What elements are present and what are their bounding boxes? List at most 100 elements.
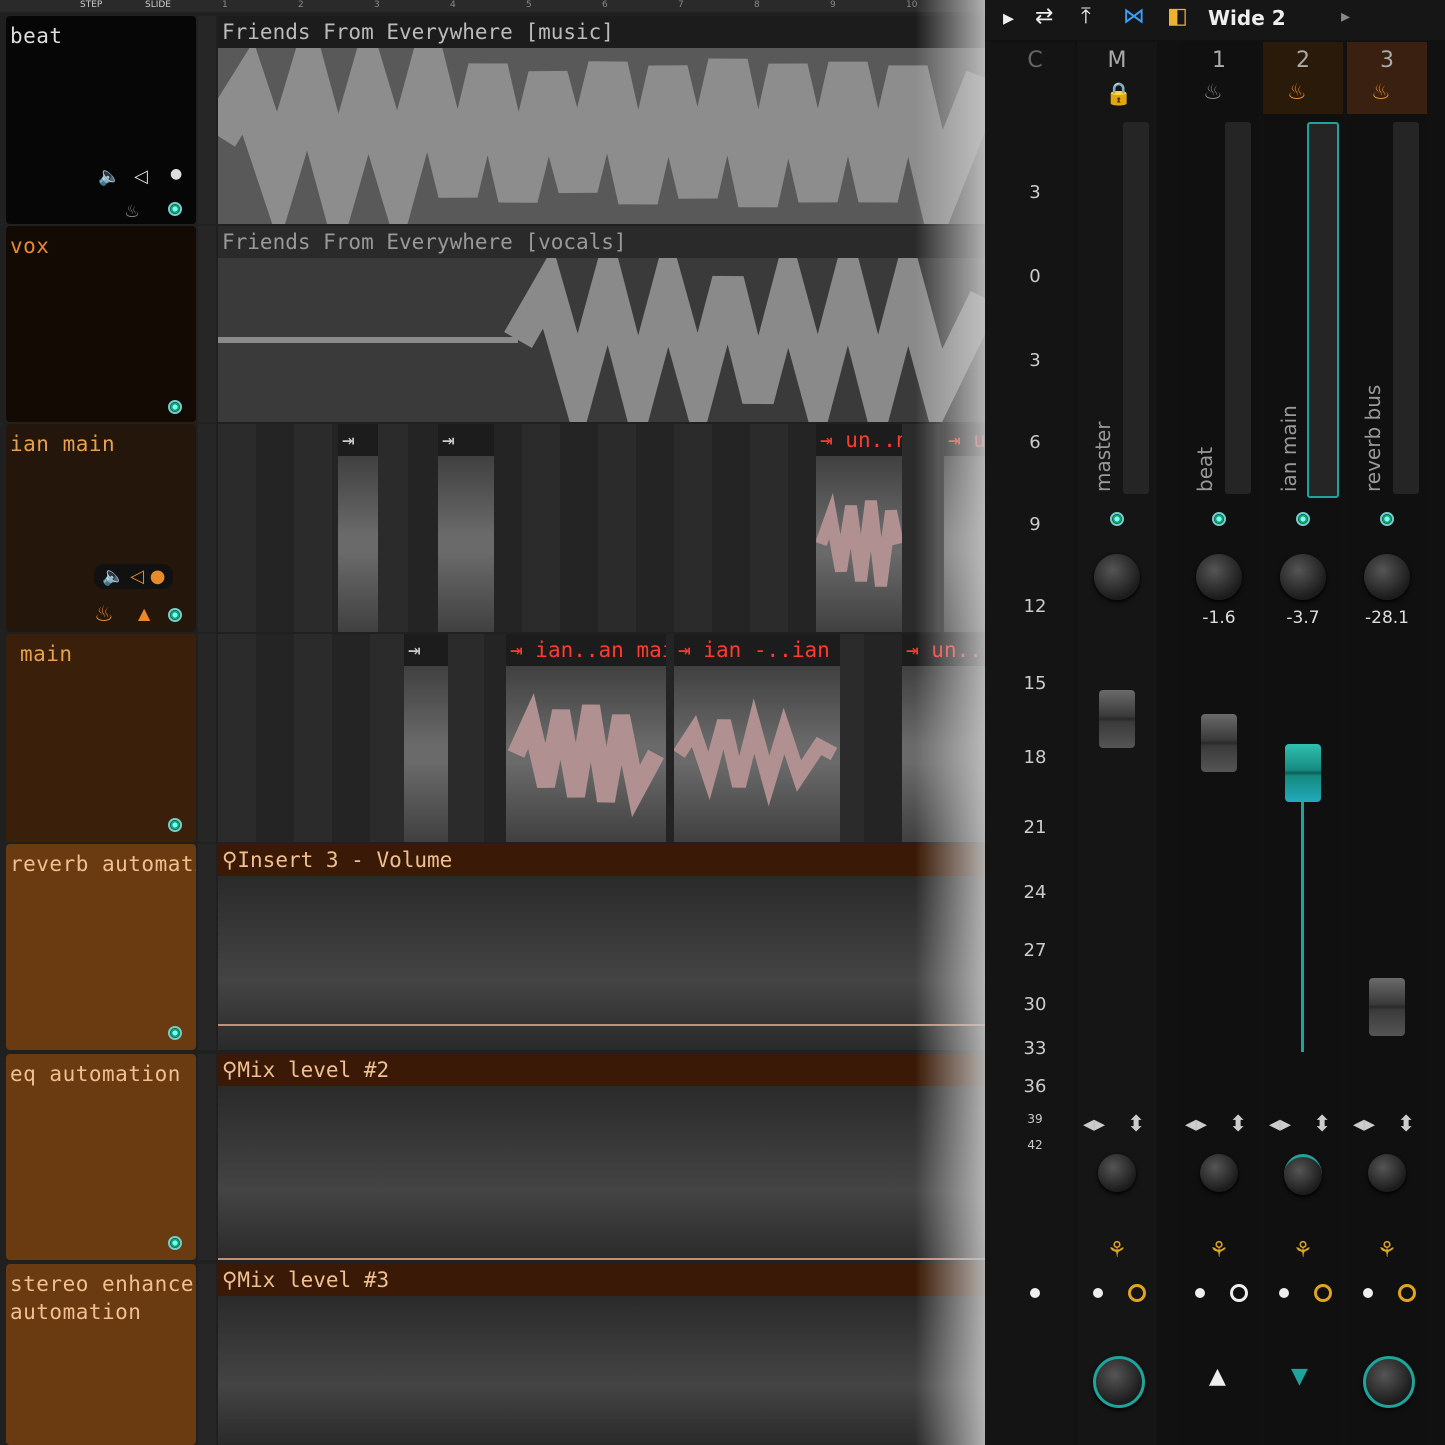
automation-line[interactable] — [218, 1258, 985, 1260]
lane-eq-automation[interactable]: ⚲Mix level #2 — [218, 1054, 985, 1260]
pan-knob[interactable] — [1364, 554, 1410, 600]
clip-mix-level-2[interactable]: ⚲Mix level #2 — [218, 1054, 985, 1260]
link-icon[interactable]: ⚘ — [1209, 1238, 1229, 1263]
track-header-stereo-enhancer-automation[interactable]: stereo enhancer automation — [6, 1264, 196, 1445]
play-arrow-icon[interactable]: ▸ — [1003, 6, 1014, 31]
volume-fader[interactable] — [1099, 690, 1135, 748]
channel-led[interactable] — [1212, 512, 1226, 526]
lane-vox[interactable]: Friends From Everywhere [vocals] — [218, 226, 985, 422]
clip-insert3-volume[interactable]: ⚲Insert 3 - Volume — [218, 844, 985, 1050]
mixer-title[interactable]: Wide 2 — [1208, 6, 1286, 30]
enable-dot[interactable] — [1195, 1288, 1205, 1298]
flame-icon[interactable]: ♨ — [124, 201, 140, 222]
up-arrow-icon[interactable]: ⤒ — [1081, 4, 1091, 29]
clip-ian-ian-main[interactable]: ⇥ ian -..ian main — [674, 634, 840, 842]
caret-up-icon[interactable]: ▲ — [1209, 1364, 1226, 1389]
flame-icon[interactable]: ♨ — [1371, 80, 1391, 105]
flame-icon[interactable]: ♨ — [1203, 80, 1223, 105]
lock-icon[interactable]: 🔒 — [1105, 82, 1132, 107]
channel-led[interactable] — [1380, 512, 1394, 526]
clock-icon[interactable] — [1398, 1284, 1416, 1302]
track-led[interactable] — [168, 818, 182, 832]
track-led[interactable] — [168, 1236, 182, 1250]
timeline-ruler[interactable]: STEP SLIDE 1 2 3 4 5 6 7 8 9 10 — [0, 0, 985, 12]
clip-short[interactable]: ⇥ — [338, 424, 378, 632]
track-name[interactable]: stereo enhancer — [10, 1272, 196, 1296]
track-name[interactable]: reverb automation — [10, 852, 196, 876]
route-knob[interactable] — [1093, 1356, 1145, 1408]
flame-icon[interactable]: ♨ — [94, 602, 114, 627]
link-icon[interactable]: ⚘ — [1293, 1238, 1313, 1263]
clip-un-n[interactable]: ⇥ un..n — [816, 424, 902, 632]
track-led[interactable] — [168, 202, 182, 216]
link-icon[interactable]: ⚘ — [1107, 1238, 1127, 1263]
clock-icon[interactable] — [1230, 1284, 1248, 1302]
channel-reverb-bus[interactable]: 3 ♨ reverb bus -28.1 ◂▸ ⬍ ⚘ — [1347, 42, 1427, 1445]
track-header-vox[interactable]: vox — [6, 226, 196, 422]
scale-dot[interactable] — [1030, 1288, 1040, 1298]
bowtie-icon[interactable]: ⋈ — [1123, 4, 1145, 29]
clip-un[interactable]: ⇥ un.. — [902, 634, 985, 842]
speaker-icon[interactable]: 🔈 ◁ ● — [94, 564, 174, 589]
enable-dot[interactable] — [1363, 1288, 1373, 1298]
clock-icon[interactable] — [1128, 1284, 1146, 1302]
channel-master[interactable]: M 🔒 master ◂▸ ⬍ ⚘ — [1077, 42, 1157, 1445]
channel-beat[interactable]: 1 ♨ beat -1.6 ◂▸ ⬍ ⚘ ▲ — [1179, 42, 1259, 1445]
track-led[interactable] — [168, 400, 182, 414]
stereo-icon[interactable]: ◂▸ — [1185, 1112, 1207, 1137]
updown-icon[interactable]: ⬍ — [1397, 1112, 1415, 1137]
route-down-icon[interactable]: ▼ — [1291, 1364, 1308, 1389]
link-icon[interactable]: ⚘ — [1377, 1238, 1397, 1263]
send-knob[interactable] — [1200, 1154, 1238, 1192]
track-name[interactable]: ian main — [10, 432, 115, 456]
track-name[interactable]: vox — [10, 234, 49, 258]
clock-icon[interactable] — [1314, 1284, 1332, 1302]
lane-reverb-automation[interactable]: ⚲Insert 3 - Volume — [218, 844, 985, 1050]
stereo-icon[interactable]: ◂▸ — [1083, 1112, 1105, 1137]
lane-beat[interactable]: Friends From Everywhere [music] — [218, 16, 985, 224]
volume-fader[interactable] — [1285, 744, 1321, 802]
track-header-main[interactable]: main — [6, 634, 196, 842]
clip-vocals[interactable]: Friends From Everywhere [vocals] — [218, 226, 985, 422]
track-name[interactable]: eq automation — [10, 1062, 181, 1086]
track-led[interactable] — [168, 608, 182, 622]
panel-icon[interactable]: ◧ — [1167, 4, 1188, 29]
lane-ian-main[interactable]: ⇥ ⇥ ⇥ un..n ⇥ u — [218, 424, 985, 632]
lane-main[interactable]: ⇥ ⇥ ian..an main ⇥ ian -..ian main ⇥ un.… — [218, 634, 985, 842]
record-dot-icon[interactable]: ● — [170, 166, 182, 182]
pan-knob[interactable] — [1196, 554, 1242, 600]
lane-stereo-enhancer-automation[interactable]: ⚲Mix level #3 — [218, 1264, 985, 1445]
updown-icon[interactable]: ⬍ — [1313, 1112, 1331, 1137]
channel-led[interactable] — [1110, 512, 1124, 526]
stereo-icon[interactable]: ◂▸ — [1269, 1112, 1291, 1137]
send-knob[interactable] — [1368, 1154, 1406, 1192]
enable-dot[interactable] — [1093, 1288, 1103, 1298]
volume-fader[interactable] — [1369, 978, 1405, 1036]
track-name-line2[interactable]: automation — [10, 1300, 141, 1324]
route-knob[interactable] — [1363, 1356, 1415, 1408]
pan-knob[interactable] — [1094, 554, 1140, 600]
clip-mix-level-3[interactable]: ⚲Mix level #3 — [218, 1264, 985, 1445]
updown-icon[interactable]: ⬍ — [1127, 1112, 1145, 1137]
track-name[interactable]: main — [20, 642, 73, 666]
clip-short[interactable]: ⇥ — [438, 424, 494, 632]
flame-icon[interactable]: ♨ — [1287, 80, 1307, 105]
volume-fader[interactable] — [1201, 714, 1237, 772]
track-header-eq-automation[interactable]: eq automation — [6, 1054, 196, 1260]
mute-icon[interactable]: ◁ — [134, 166, 148, 187]
automation-line[interactable] — [218, 1024, 985, 1026]
clip-music[interactable]: Friends From Everywhere [music] — [218, 16, 985, 224]
caret-up-icon[interactable]: ▲ — [138, 604, 150, 623]
channel-ian-main[interactable]: 2 ♨ ian main -3.7 ◂▸ ⬍ ⚘ ▼ — [1263, 42, 1343, 1445]
swap-icon[interactable]: ⇄ — [1035, 4, 1053, 29]
track-name[interactable]: beat — [10, 24, 63, 48]
clip-short[interactable]: ⇥ — [404, 634, 448, 842]
track-header-reverb-automation[interactable]: reverb automation — [6, 844, 196, 1050]
clip-u[interactable]: ⇥ u — [944, 424, 985, 632]
enable-dot[interactable] — [1279, 1288, 1289, 1298]
stereo-icon[interactable]: ◂▸ — [1353, 1112, 1375, 1137]
next-arrow-icon[interactable]: ▸ — [1341, 6, 1350, 27]
send-knob[interactable] — [1098, 1154, 1136, 1192]
speaker-icon[interactable]: 🔈 — [98, 166, 120, 187]
channel-led[interactable] — [1296, 512, 1310, 526]
